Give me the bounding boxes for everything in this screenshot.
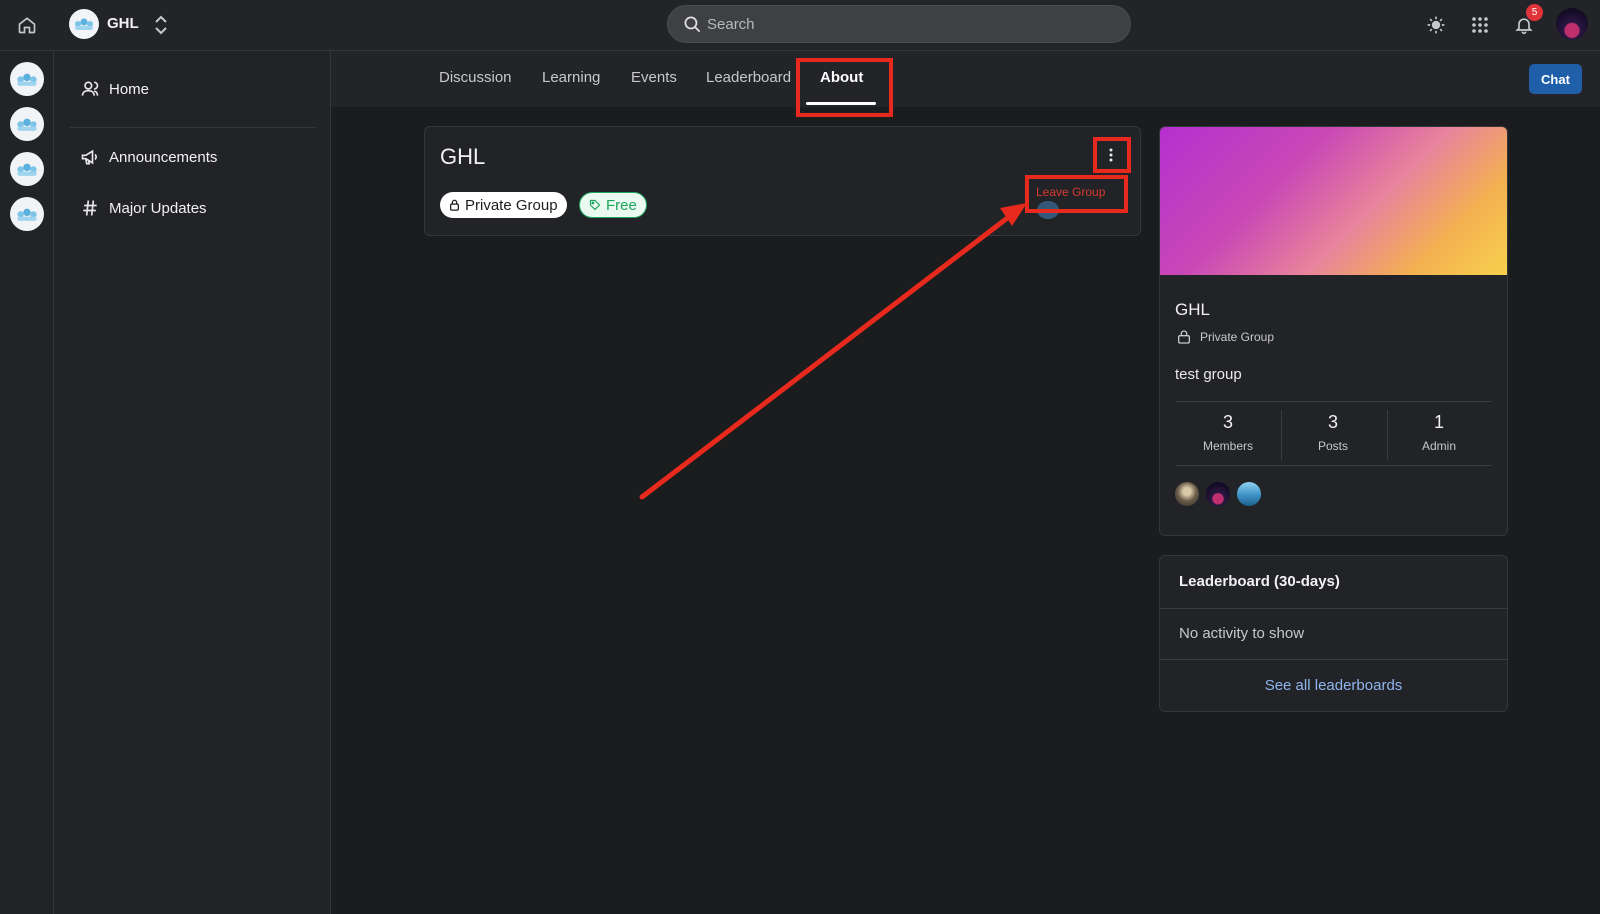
annotation-arrow: [639, 203, 1027, 500]
